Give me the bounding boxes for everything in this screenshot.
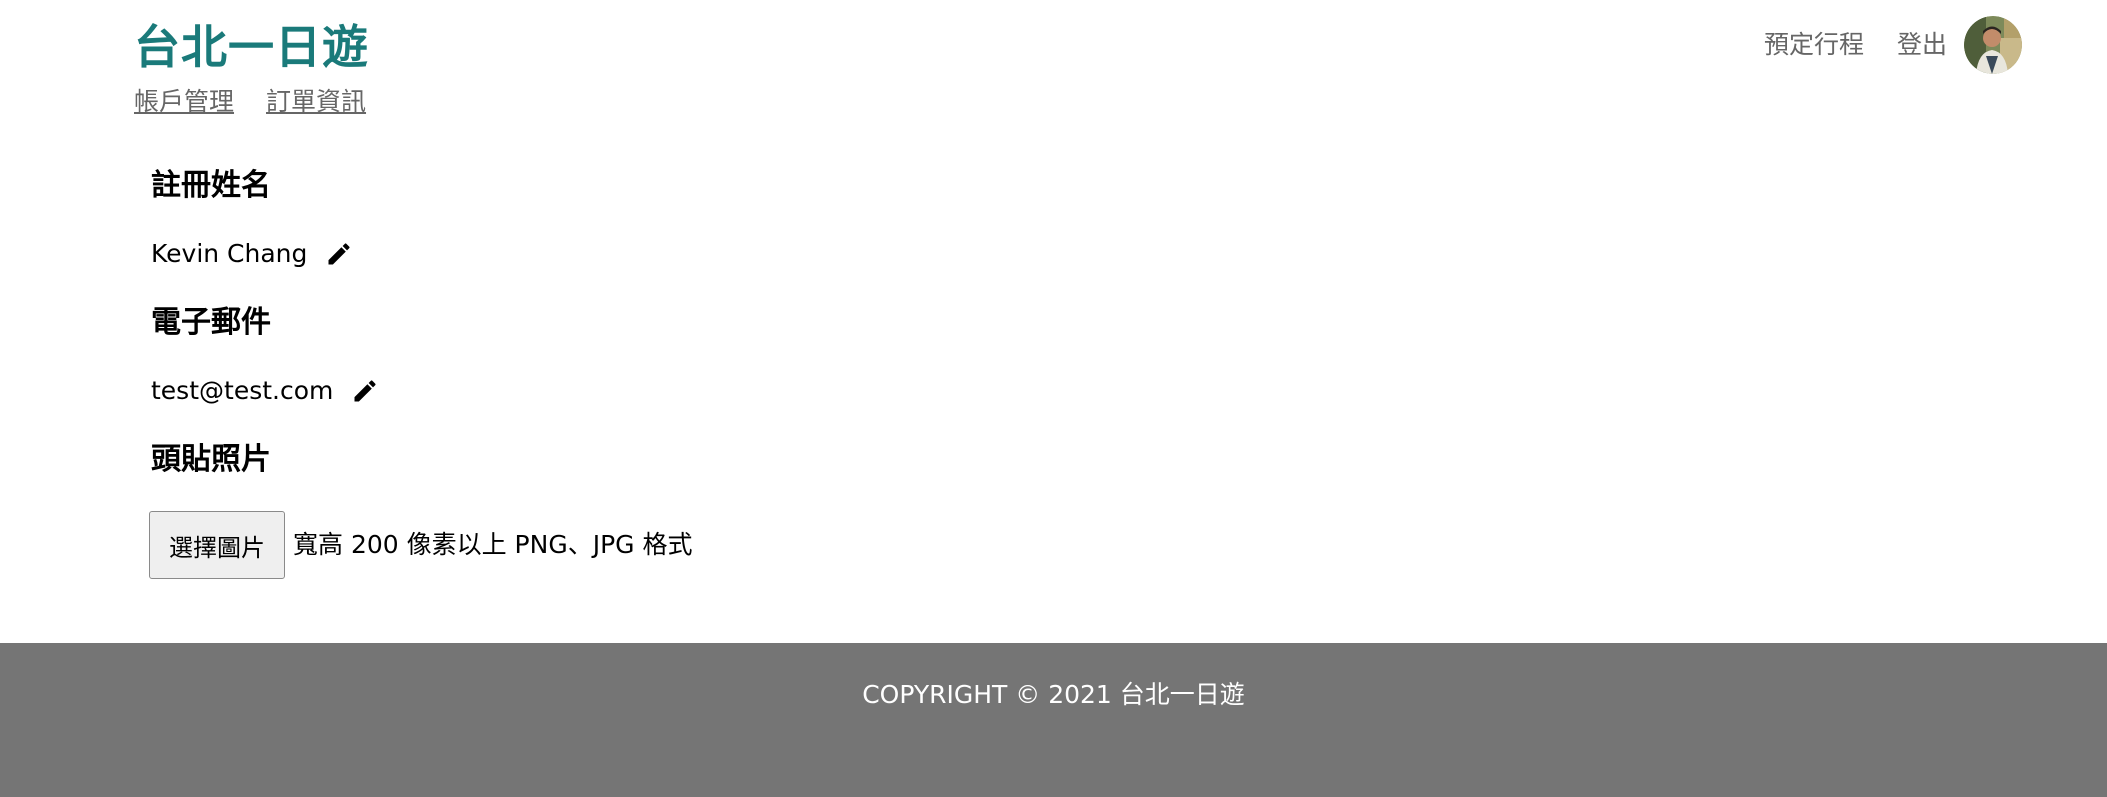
site-brand[interactable]: 台北一日遊 (134, 16, 369, 78)
email-row: test@test.com (151, 373, 379, 409)
booking-link[interactable]: 預定行程 (1764, 17, 1864, 73)
name-section-title: 註冊姓名 (151, 168, 271, 203)
photo-section-title: 頭貼照片 (151, 442, 271, 477)
email-value: test@test.com (151, 376, 334, 405)
account-management-link[interactable]: 帳戶管理 (134, 84, 234, 120)
name-value: Kevin Chang (151, 239, 308, 268)
avatar[interactable] (1964, 16, 2022, 74)
pencil-icon[interactable] (351, 377, 379, 405)
choose-image-button[interactable]: 選擇圖片 (149, 511, 285, 579)
footer: COPYRIGHT © 2021 台北一日遊 (0, 643, 2107, 797)
upload-row: 選擇圖片 寬高 200 像素以上 PNG、JPG 格式 (149, 511, 692, 579)
pencil-icon[interactable] (325, 240, 353, 268)
logout-link[interactable]: 登出 (1897, 17, 1947, 73)
name-row: Kevin Chang (151, 236, 353, 272)
page: 台北一日遊 帳戶管理 訂單資訊 預定行程 登出 註冊姓名 Kevin Chang… (0, 0, 2107, 797)
account-subnav: 帳戶管理 訂單資訊 (134, 84, 366, 120)
copyright-text: COPYRIGHT © 2021 台北一日遊 (862, 680, 1245, 709)
order-info-link[interactable]: 訂單資訊 (266, 84, 366, 120)
email-section-title: 電子郵件 (151, 305, 271, 340)
upload-hint: 寬高 200 像素以上 PNG、JPG 格式 (293, 530, 693, 559)
top-nav: 預定行程 登出 (1764, 16, 2022, 74)
